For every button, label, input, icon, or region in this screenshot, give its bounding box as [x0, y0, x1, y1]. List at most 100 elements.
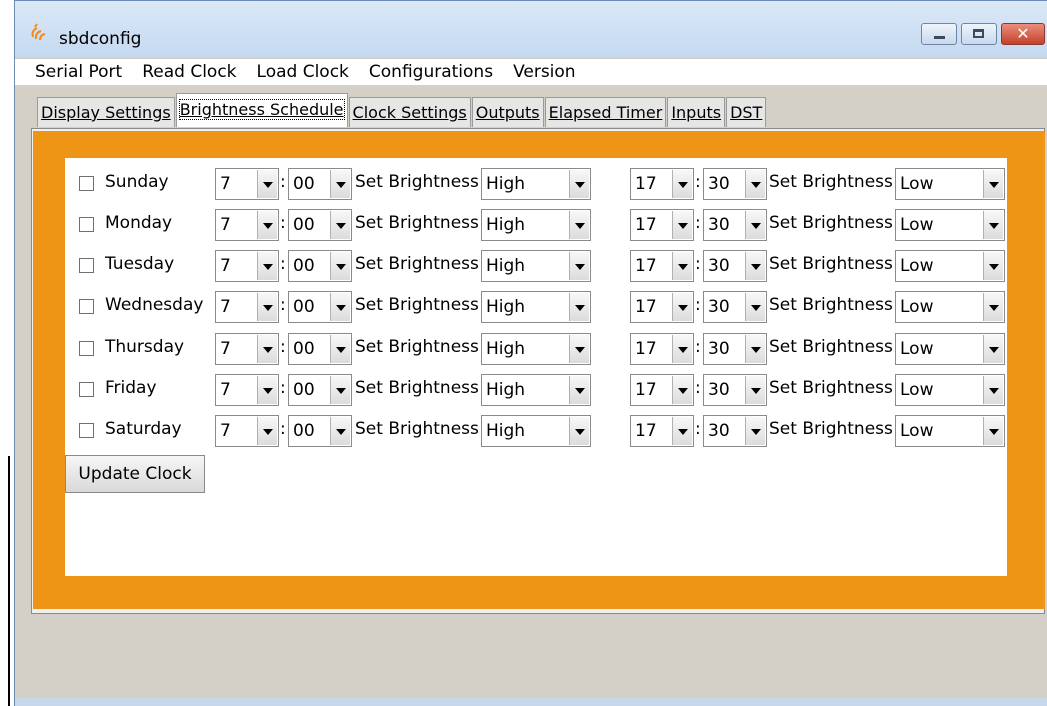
- on-brightness-select[interactable]: High: [481, 415, 591, 447]
- minimize-button[interactable]: [921, 23, 957, 45]
- on-minute-select[interactable]: 00: [288, 291, 352, 323]
- dropdown-button[interactable]: [330, 417, 350, 445]
- off-minute-select[interactable]: 30: [703, 209, 767, 241]
- dropdown-button[interactable]: [257, 170, 277, 198]
- on-hour-select[interactable]: 7: [215, 209, 279, 241]
- dropdown-button[interactable]: [983, 211, 1003, 239]
- dropdown-button[interactable]: [257, 211, 277, 239]
- dropdown-button[interactable]: [983, 376, 1003, 404]
- dropdown-button[interactable]: [569, 252, 589, 280]
- dropdown-button[interactable]: [672, 170, 692, 198]
- tab-dst[interactable]: DST: [726, 97, 767, 127]
- off-minute-select[interactable]: 30: [703, 333, 767, 365]
- dropdown-button[interactable]: [745, 417, 765, 445]
- dropdown-button[interactable]: [983, 293, 1003, 321]
- maximize-button[interactable]: [961, 23, 997, 45]
- dropdown-button[interactable]: [569, 293, 589, 321]
- dropdown-button[interactable]: [672, 293, 692, 321]
- on-hour-select[interactable]: 7: [215, 250, 279, 282]
- dropdown-button[interactable]: [745, 252, 765, 280]
- tab-elapsed-timer[interactable]: Elapsed Timer: [544, 97, 667, 127]
- off-brightness-select[interactable]: Low: [895, 374, 1005, 406]
- off-brightness-select[interactable]: Low: [895, 291, 1005, 323]
- on-hour-select[interactable]: 7: [215, 291, 279, 323]
- dropdown-button[interactable]: [983, 417, 1003, 445]
- day-checkbox[interactable]: [79, 217, 94, 232]
- off-hour-select[interactable]: 17: [630, 291, 694, 323]
- off-hour-select[interactable]: 17: [630, 333, 694, 365]
- off-brightness-select[interactable]: Low: [895, 415, 1005, 447]
- on-hour-select[interactable]: 7: [215, 374, 279, 406]
- dropdown-button[interactable]: [569, 417, 589, 445]
- dropdown-button[interactable]: [330, 335, 350, 363]
- on-hour-select[interactable]: 7: [215, 168, 279, 200]
- dropdown-button[interactable]: [257, 417, 277, 445]
- day-checkbox[interactable]: [79, 341, 94, 356]
- dropdown-button[interactable]: [745, 335, 765, 363]
- off-brightness-select[interactable]: Low: [895, 168, 1005, 200]
- dropdown-button[interactable]: [569, 211, 589, 239]
- on-minute-select[interactable]: 00: [288, 250, 352, 282]
- on-hour-select[interactable]: 7: [215, 415, 279, 447]
- on-brightness-select[interactable]: High: [481, 168, 591, 200]
- dropdown-button[interactable]: [983, 252, 1003, 280]
- off-hour-select[interactable]: 17: [630, 168, 694, 200]
- off-brightness-select[interactable]: Low: [895, 250, 1005, 282]
- tab-display-settings[interactable]: Display Settings: [37, 97, 175, 127]
- dropdown-button[interactable]: [672, 417, 692, 445]
- tab-clock-settings[interactable]: Clock Settings: [348, 97, 471, 127]
- on-minute-select[interactable]: 00: [288, 333, 352, 365]
- dropdown-button[interactable]: [257, 293, 277, 321]
- menu-version[interactable]: Version: [513, 62, 576, 82]
- dropdown-button[interactable]: [569, 170, 589, 198]
- day-checkbox[interactable]: [79, 382, 94, 397]
- off-brightness-select[interactable]: Low: [895, 209, 1005, 241]
- dropdown-button[interactable]: [569, 376, 589, 404]
- on-minute-select[interactable]: 00: [288, 374, 352, 406]
- on-brightness-select[interactable]: High: [481, 250, 591, 282]
- dropdown-button[interactable]: [745, 170, 765, 198]
- menu-serial-port[interactable]: Serial Port: [35, 62, 122, 82]
- dropdown-button[interactable]: [569, 335, 589, 363]
- dropdown-button[interactable]: [672, 211, 692, 239]
- day-checkbox[interactable]: [79, 176, 94, 191]
- dropdown-button[interactable]: [257, 376, 277, 404]
- dropdown-button[interactable]: [745, 211, 765, 239]
- dropdown-button[interactable]: [672, 252, 692, 280]
- off-hour-select[interactable]: 17: [630, 415, 694, 447]
- tab-inputs[interactable]: Inputs: [667, 97, 726, 127]
- on-minute-select[interactable]: 00: [288, 209, 352, 241]
- dropdown-button[interactable]: [672, 335, 692, 363]
- off-hour-select[interactable]: 17: [630, 374, 694, 406]
- dropdown-button[interactable]: [330, 170, 350, 198]
- off-minute-select[interactable]: 30: [703, 291, 767, 323]
- menu-load-clock[interactable]: Load Clock: [257, 62, 349, 82]
- dropdown-button[interactable]: [330, 376, 350, 404]
- dropdown-button[interactable]: [257, 335, 277, 363]
- dropdown-button[interactable]: [983, 335, 1003, 363]
- dropdown-button[interactable]: [745, 376, 765, 404]
- off-minute-select[interactable]: 30: [703, 374, 767, 406]
- tab-brightness-schedule[interactable]: Brightness Schedule: [175, 93, 348, 127]
- off-minute-select[interactable]: 30: [703, 168, 767, 200]
- on-brightness-select[interactable]: High: [481, 291, 591, 323]
- on-minute-select[interactable]: 00: [288, 168, 352, 200]
- dropdown-button[interactable]: [672, 376, 692, 404]
- dropdown-button[interactable]: [330, 252, 350, 280]
- off-minute-select[interactable]: 30: [703, 250, 767, 282]
- update-clock-button[interactable]: Update Clock: [65, 455, 205, 493]
- menu-read-clock[interactable]: Read Clock: [142, 62, 236, 82]
- close-button[interactable]: ✕: [1001, 23, 1045, 45]
- dropdown-button[interactable]: [257, 252, 277, 280]
- on-minute-select[interactable]: 00: [288, 415, 352, 447]
- off-hour-select[interactable]: 17: [630, 209, 694, 241]
- day-checkbox[interactable]: [79, 299, 94, 314]
- on-hour-select[interactable]: 7: [215, 333, 279, 365]
- on-brightness-select[interactable]: High: [481, 333, 591, 365]
- tab-outputs[interactable]: Outputs: [471, 97, 544, 127]
- off-brightness-select[interactable]: Low: [895, 333, 1005, 365]
- dropdown-button[interactable]: [330, 293, 350, 321]
- dropdown-button[interactable]: [330, 211, 350, 239]
- on-brightness-select[interactable]: High: [481, 374, 591, 406]
- dropdown-button[interactable]: [745, 293, 765, 321]
